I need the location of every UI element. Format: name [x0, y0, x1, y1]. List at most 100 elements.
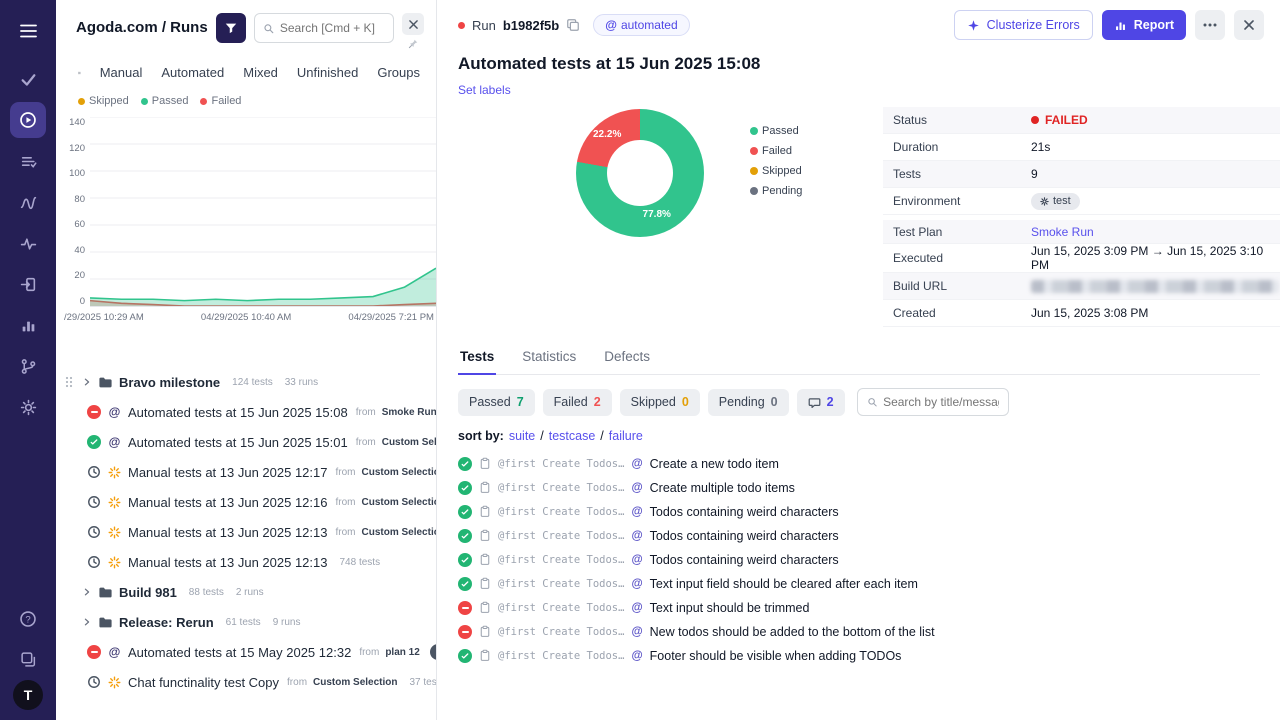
runs-tab[interactable]: Groups	[377, 65, 420, 80]
close-run-button[interactable]	[1234, 10, 1264, 40]
pin-panel-icon[interactable]	[408, 38, 419, 49]
testcase-clipboard-icon	[479, 601, 491, 614]
test-title[interactable]: Todos containing weird characters	[650, 553, 839, 567]
test-row[interactable]: @first Create Todos… @ Create a new todo…	[458, 453, 1260, 475]
menu-icon[interactable]	[10, 13, 46, 49]
comments-filter-chip[interactable]: 2	[796, 388, 845, 416]
runs-search-input[interactable]	[279, 21, 385, 35]
run-title[interactable]: Manual tests at 13 Jun 2025 12:17	[128, 465, 327, 480]
copy-icon[interactable]	[566, 18, 580, 32]
chevron-right-icon[interactable]	[82, 617, 92, 627]
test-title[interactable]: Create a new todo item	[650, 457, 779, 471]
detail-tab[interactable]: Defects	[602, 342, 652, 374]
clusterize-errors-button[interactable]: Clusterize Errors	[953, 10, 1093, 40]
test-title[interactable]: Footer should be visible when adding TOD…	[650, 649, 902, 663]
tree-row[interactable]: @ Release: Rerun 61 tests 9 runs	[56, 607, 436, 637]
projects-icon[interactable]	[10, 642, 46, 678]
test-row[interactable]: @first Create Todos… @ Footer should be …	[458, 645, 1260, 667]
run-title[interactable]: Automated tests at 15 Jun 2025 15:01	[128, 435, 348, 450]
drag-handle-icon[interactable]	[65, 376, 73, 388]
runs-tab[interactable]: Manual	[100, 65, 143, 80]
runs-tab[interactable]: Mixed	[243, 65, 278, 80]
test-title[interactable]: Todos containing weird characters	[650, 529, 839, 543]
tree-row[interactable]: @ Build 981 88 tests 2 runs	[56, 577, 436, 607]
tree-row[interactable]: @ Automated tests at 15 Jun 2025 15:01 f…	[56, 427, 436, 457]
run-source: Custom Selection	[361, 526, 436, 538]
tests-search-input[interactable]	[883, 395, 999, 409]
analytics-curve-icon[interactable]	[10, 184, 46, 220]
run-title[interactable]: Bravo milestone	[119, 375, 220, 390]
more-button[interactable]	[1195, 10, 1225, 40]
close-icon	[1244, 20, 1254, 30]
sort-option[interactable]: suite	[509, 429, 535, 443]
detail-tab[interactable]: Statistics	[520, 342, 578, 374]
run-title[interactable]: Automated tests at 15 May 2025 12:32	[128, 645, 351, 660]
chevron-right-icon[interactable]	[82, 377, 92, 387]
tests-search[interactable]	[856, 388, 1009, 416]
sort-option[interactable]: testcase	[549, 429, 596, 443]
tree-row[interactable]: @ Automated tests at 15 May 2025 12:32 f…	[56, 637, 436, 667]
test-title[interactable]: Create multiple todo items	[650, 481, 795, 495]
bar-chart-icon[interactable]	[10, 307, 46, 343]
automated-tag[interactable]: @ automated	[593, 14, 690, 36]
test-row[interactable]: @first Create Todos… @ Text input field …	[458, 573, 1260, 595]
status-filter-chip[interactable]: Passed 7	[458, 388, 535, 416]
help-icon[interactable]: ?	[10, 601, 46, 637]
run-title[interactable]: Manual tests at 13 Jun 2025 12:13	[128, 555, 327, 570]
run-title[interactable]: Manual tests at 13 Jun 2025 12:13	[128, 525, 327, 540]
run-title[interactable]: Automated tests at 15 Jun 2025 15:08	[128, 405, 348, 420]
run-title[interactable]: Manual tests at 13 Jun 2025 12:16	[128, 495, 327, 510]
test-plan-link[interactable]: Smoke Run	[1031, 225, 1094, 239]
status-filter-chip[interactable]: Pending 0	[707, 388, 789, 416]
import-icon[interactable]	[10, 266, 46, 302]
suite-path: @first Create Todos…	[498, 529, 625, 542]
test-title[interactable]: Todos containing weird characters	[650, 505, 839, 519]
svg-text:?: ?	[25, 614, 30, 625]
tree-row[interactable]: @ Bravo milestone 124 tests 33 runs	[56, 367, 436, 397]
status-filter-chip[interactable]: Failed 2	[542, 388, 612, 416]
filter-button[interactable]	[215, 13, 246, 43]
runs-play-icon[interactable]	[10, 102, 46, 138]
test-title[interactable]: Text input should be trimmed	[650, 601, 810, 615]
panel-close-button[interactable]	[402, 13, 424, 35]
run-details-table: Status FAILED FAILED FAILED FAILED	[883, 107, 1280, 327]
grid-view-icon[interactable]	[78, 66, 81, 80]
tree-row[interactable]: @ Manual tests at 13 Jun 2025 12:13 748 …	[56, 547, 436, 577]
set-labels-link[interactable]: Set labels	[458, 83, 511, 97]
test-row[interactable]: @first Create Todos… @ Text input should…	[458, 597, 1260, 619]
testcase-clipboard-icon	[479, 529, 491, 542]
test-row[interactable]: @first Create Todos… @ Todos containing …	[458, 549, 1260, 571]
chevron-right-icon[interactable]	[82, 587, 92, 597]
sort-controls: sort by: suite / testcase / failure	[458, 429, 1260, 443]
detail-tab[interactable]: Tests	[458, 342, 497, 375]
test-row[interactable]: @first Create Todos… @ Todos containing …	[458, 501, 1260, 523]
runs-search[interactable]	[253, 13, 394, 43]
test-title[interactable]: New todos should be added to the bottom …	[650, 625, 935, 639]
automated-test-icon: @	[631, 553, 643, 566]
status-filter-chip[interactable]: Skipped 0	[619, 388, 700, 416]
run-title[interactable]: Build 981	[119, 585, 177, 600]
git-branch-icon[interactable]	[10, 348, 46, 384]
tasks-check-icon[interactable]	[10, 61, 46, 97]
run-title[interactable]: Chat functinality test Copy	[128, 675, 279, 690]
tree-row[interactable]: @ Manual tests at 13 Jun 2025 12:16 from…	[56, 487, 436, 517]
tree-row[interactable]: @ Automated tests at 15 Jun 2025 15:08 f…	[56, 397, 436, 427]
settings-gear-icon[interactable]	[10, 389, 46, 425]
pulse-icon[interactable]	[10, 225, 46, 261]
tree-row[interactable]: @ Manual tests at 13 Jun 2025 12:17 from…	[56, 457, 436, 487]
test-title[interactable]: Text input field should be cleared after…	[650, 577, 918, 591]
report-button[interactable]: Report	[1101, 10, 1186, 40]
sort-option[interactable]: failure	[609, 429, 643, 443]
tree-row[interactable]: @ Chat functinality test Copy from Custo…	[56, 667, 436, 697]
tree-row[interactable]: @ Manual tests at 13 Jun 2025 12:13 from…	[56, 517, 436, 547]
runs-tab[interactable]: Automated	[161, 65, 224, 80]
list-check-icon[interactable]	[10, 143, 46, 179]
run-title[interactable]: Release: Rerun	[119, 615, 214, 630]
testomat-logo[interactable]: T	[13, 680, 43, 710]
test-row[interactable]: @first Create Todos… @ New todos should …	[458, 621, 1260, 643]
test-row[interactable]: @first Create Todos… @ Todos containing …	[458, 525, 1260, 547]
legend-dot	[140, 97, 148, 105]
runs-tab[interactable]: Unfinished	[297, 65, 358, 80]
test-row[interactable]: @first Create Todos… @ Create multiple t…	[458, 477, 1260, 499]
detail-row: Environment test test test test	[883, 188, 1280, 215]
